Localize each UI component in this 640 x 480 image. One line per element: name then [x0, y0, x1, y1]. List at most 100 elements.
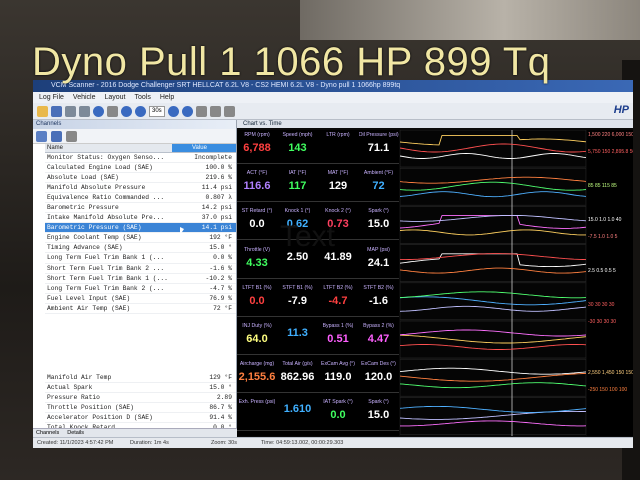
status-duration: Duration: 1m 4s: [130, 440, 169, 446]
gauge[interactable]: LTFT B1 (%) 0.0: [237, 283, 277, 316]
column-name[interactable]: Name: [45, 144, 172, 152]
rewind-icon[interactable]: [121, 105, 132, 117]
channel-row[interactable]: Throttle Position (SAE) 86.7 %: [45, 403, 236, 413]
gauge[interactable]: INJ Duty (%) 64.0: [237, 321, 277, 354]
zoom-out-icon[interactable]: [181, 105, 193, 117]
menu-tools[interactable]: Tools: [135, 92, 151, 103]
channel-name: Manifold Air Temp: [47, 373, 112, 381]
channel-row[interactable]: Long Term Fuel Trim Bank 2 (... -4.7 %: [45, 284, 236, 294]
channel-save-icon[interactable]: [51, 130, 62, 142]
channels-list: Monitor Status: Oxygen Senso... Incomplet…: [45, 153, 236, 314]
channel-row[interactable]: Timing Advance (SAE) 15.0 °: [45, 243, 236, 254]
gauge-value: 1.610: [283, 403, 312, 416]
gauge-value: 119.0: [324, 371, 352, 384]
channel-row[interactable]: Pressure Ratio 2.89: [45, 393, 236, 403]
gauge[interactable]: IAT Spark (°) 0.0: [318, 397, 358, 430]
car-icon[interactable]: [65, 105, 76, 117]
save-icon[interactable]: [51, 105, 62, 117]
gauge[interactable]: ExCam Avg (°) 119.0: [318, 359, 358, 392]
gauge[interactable]: Bypass 2 (%) 4.47: [359, 321, 399, 354]
channel-name: Pressure Ratio: [47, 393, 100, 401]
gauge[interactable]: 11.3: [278, 321, 318, 354]
trace-panel[interactable]: [399, 129, 587, 436]
gauge[interactable]: 1.610: [278, 397, 318, 430]
menu-help[interactable]: Help: [160, 92, 174, 103]
options-icon[interactable]: [223, 105, 235, 117]
channel-row[interactable]: Barometric Pressure (SAE) 14.1 psi: [45, 223, 236, 234]
gauge[interactable]: Ambient (°F) 72: [359, 168, 399, 201]
gauge[interactable]: Throttle (V) 4.33: [237, 245, 277, 278]
menu-layout[interactable]: Layout: [104, 92, 125, 103]
stop-icon[interactable]: [107, 105, 118, 117]
gauge[interactable]: Oil Pressure (psi) 71.1: [359, 130, 399, 163]
gauge[interactable]: STFT B1 (%) -7.9: [278, 283, 318, 316]
tab-chart-vs-time[interactable]: Chart vs. Time: [237, 120, 633, 128]
gauge-value: 11.3: [287, 327, 308, 339]
gauge[interactable]: RPM (rpm) 6,788: [237, 130, 277, 163]
zoom-select[interactable]: 30s: [149, 105, 165, 117]
column-value[interactable]: Value: [172, 144, 236, 152]
gauge-value: -7.9: [288, 294, 307, 307]
gauge[interactable]: LTFT B2 (%) -4.7: [318, 283, 358, 316]
channel-options-icon[interactable]: [66, 130, 77, 142]
gauge[interactable]: Bypass 1 (%) 0.51: [318, 321, 358, 354]
channel-row[interactable]: Short Term Fuel Trim Bank 1 (... -10.2 %: [45, 274, 236, 284]
gauge[interactable]: MAP (psi) 24.1: [359, 245, 399, 278]
gauge[interactable]: IAT (°F) 117: [278, 168, 318, 201]
gauge-label: STFT B1 (%): [282, 284, 313, 291]
gauge[interactable]: Spark (°) 15.0: [359, 206, 399, 239]
channel-row[interactable]: Monitor Status: Oxygen Senso... Incomplet…: [45, 153, 236, 164]
channel-row[interactable]: Absolute Load (SAE) 219.6 %: [45, 173, 236, 184]
trace-chart[interactable]: [399, 129, 587, 436]
gauge-label: STFT B2 (%): [363, 284, 394, 291]
channel-row[interactable]: Intake Manifold Absolute Pre... 37.0 psi: [45, 213, 236, 224]
gauge-label: Bypass 1 (%): [322, 323, 354, 329]
legend-row: 2,550 1,450 150 150: [588, 370, 633, 376]
connect-icon[interactable]: [79, 105, 90, 117]
gauge-label: Oil Pressure (psi): [358, 132, 399, 138]
gauge[interactable]: Spark (°) 15.0: [359, 397, 399, 430]
open-folder-icon[interactable]: [37, 105, 48, 117]
fit-icon[interactable]: [195, 105, 207, 117]
channel-value: 37.0 psi: [201, 214, 232, 222]
channel-row[interactable]: Long Term Fuel Trim Bank 1 (... 0.0 %: [45, 253, 236, 264]
channel-row[interactable]: Manifold Absolute Pressure 11.4 psi: [45, 183, 236, 194]
gauge[interactable]: ExCam Des (°) 120.0: [359, 359, 399, 392]
gauge[interactable]: ACT (°F) 116.6: [237, 168, 277, 201]
gauge-label: ST Retard (°): [241, 208, 273, 215]
gauge[interactable]: Exh. Press (psi): [237, 397, 277, 430]
gauge[interactable]: Aircharge (mg) 2,155.6: [237, 359, 277, 392]
gauge-label: ExCam Avg (°): [321, 361, 355, 368]
channel-row[interactable]: Manifold Air Temp 129 °F: [45, 373, 236, 383]
channel-add-icon[interactable]: [36, 130, 47, 142]
menu-vehicle[interactable]: Vehicle: [73, 92, 96, 103]
gauge[interactable]: ST Retard (°) 0.0: [237, 206, 277, 239]
gauge[interactable]: Speed (mph) 143: [278, 130, 318, 163]
gauge[interactable]: STFT B2 (%) -1.6: [359, 283, 399, 316]
channel-name: Timing Advance (SAE): [47, 244, 123, 252]
gauge-value: 4.33: [246, 256, 268, 269]
channel-row[interactable]: Ambient Air Temp (SAE) 72 °F: [45, 304, 236, 314]
channel-row[interactable]: Equivalence Ratio Commanded ... 0.807 λ: [45, 193, 236, 204]
grid-icon[interactable]: [209, 105, 221, 117]
overlay-title: Dyno Pull 1 1066 HP 899 Tq: [32, 40, 551, 84]
gauge[interactable]: LTR (rpm): [318, 130, 358, 163]
channel-value: Incomplete: [194, 154, 232, 161]
legend-row: -250 150 100 100: [588, 387, 628, 393]
legend-row: -30 30 30 30: [588, 319, 617, 325]
play-icon[interactable]: [135, 105, 146, 117]
gauge[interactable]: MAT (°F) 129: [318, 168, 358, 201]
gauge[interactable]: Total Air (g/s) 862.96: [278, 359, 318, 392]
channel-row[interactable]: Short Term Fuel Trim Bank 2 ... -1.6 %: [45, 264, 236, 274]
gauge-row: ACT (°F) 116.6 IAT (°F) 117 MAT (°F) 129 Ambie…: [237, 168, 399, 203]
gauge-label: LTR (rpm): [326, 132, 350, 138]
menu-log-file[interactable]: Log File: [39, 92, 64, 103]
channel-row[interactable]: Actual Spark 15.0 °: [45, 383, 236, 393]
record-icon[interactable]: [93, 105, 104, 117]
channel-row[interactable]: Barometric Pressure 14.2 psi: [45, 203, 236, 214]
channel-row[interactable]: Calculated Engine Load (SAE) 100.0 %: [45, 163, 236, 174]
channel-row[interactable]: Accelerator Position D (SAE) 91.4 %: [45, 413, 236, 423]
zoom-in-icon[interactable]: [167, 105, 179, 117]
channel-row[interactable]: Engine Coolant Temp (SAE) 192 °F: [45, 233, 236, 244]
channel-row[interactable]: Fuel Level Input (SAE) 76.9 %: [45, 294, 236, 304]
